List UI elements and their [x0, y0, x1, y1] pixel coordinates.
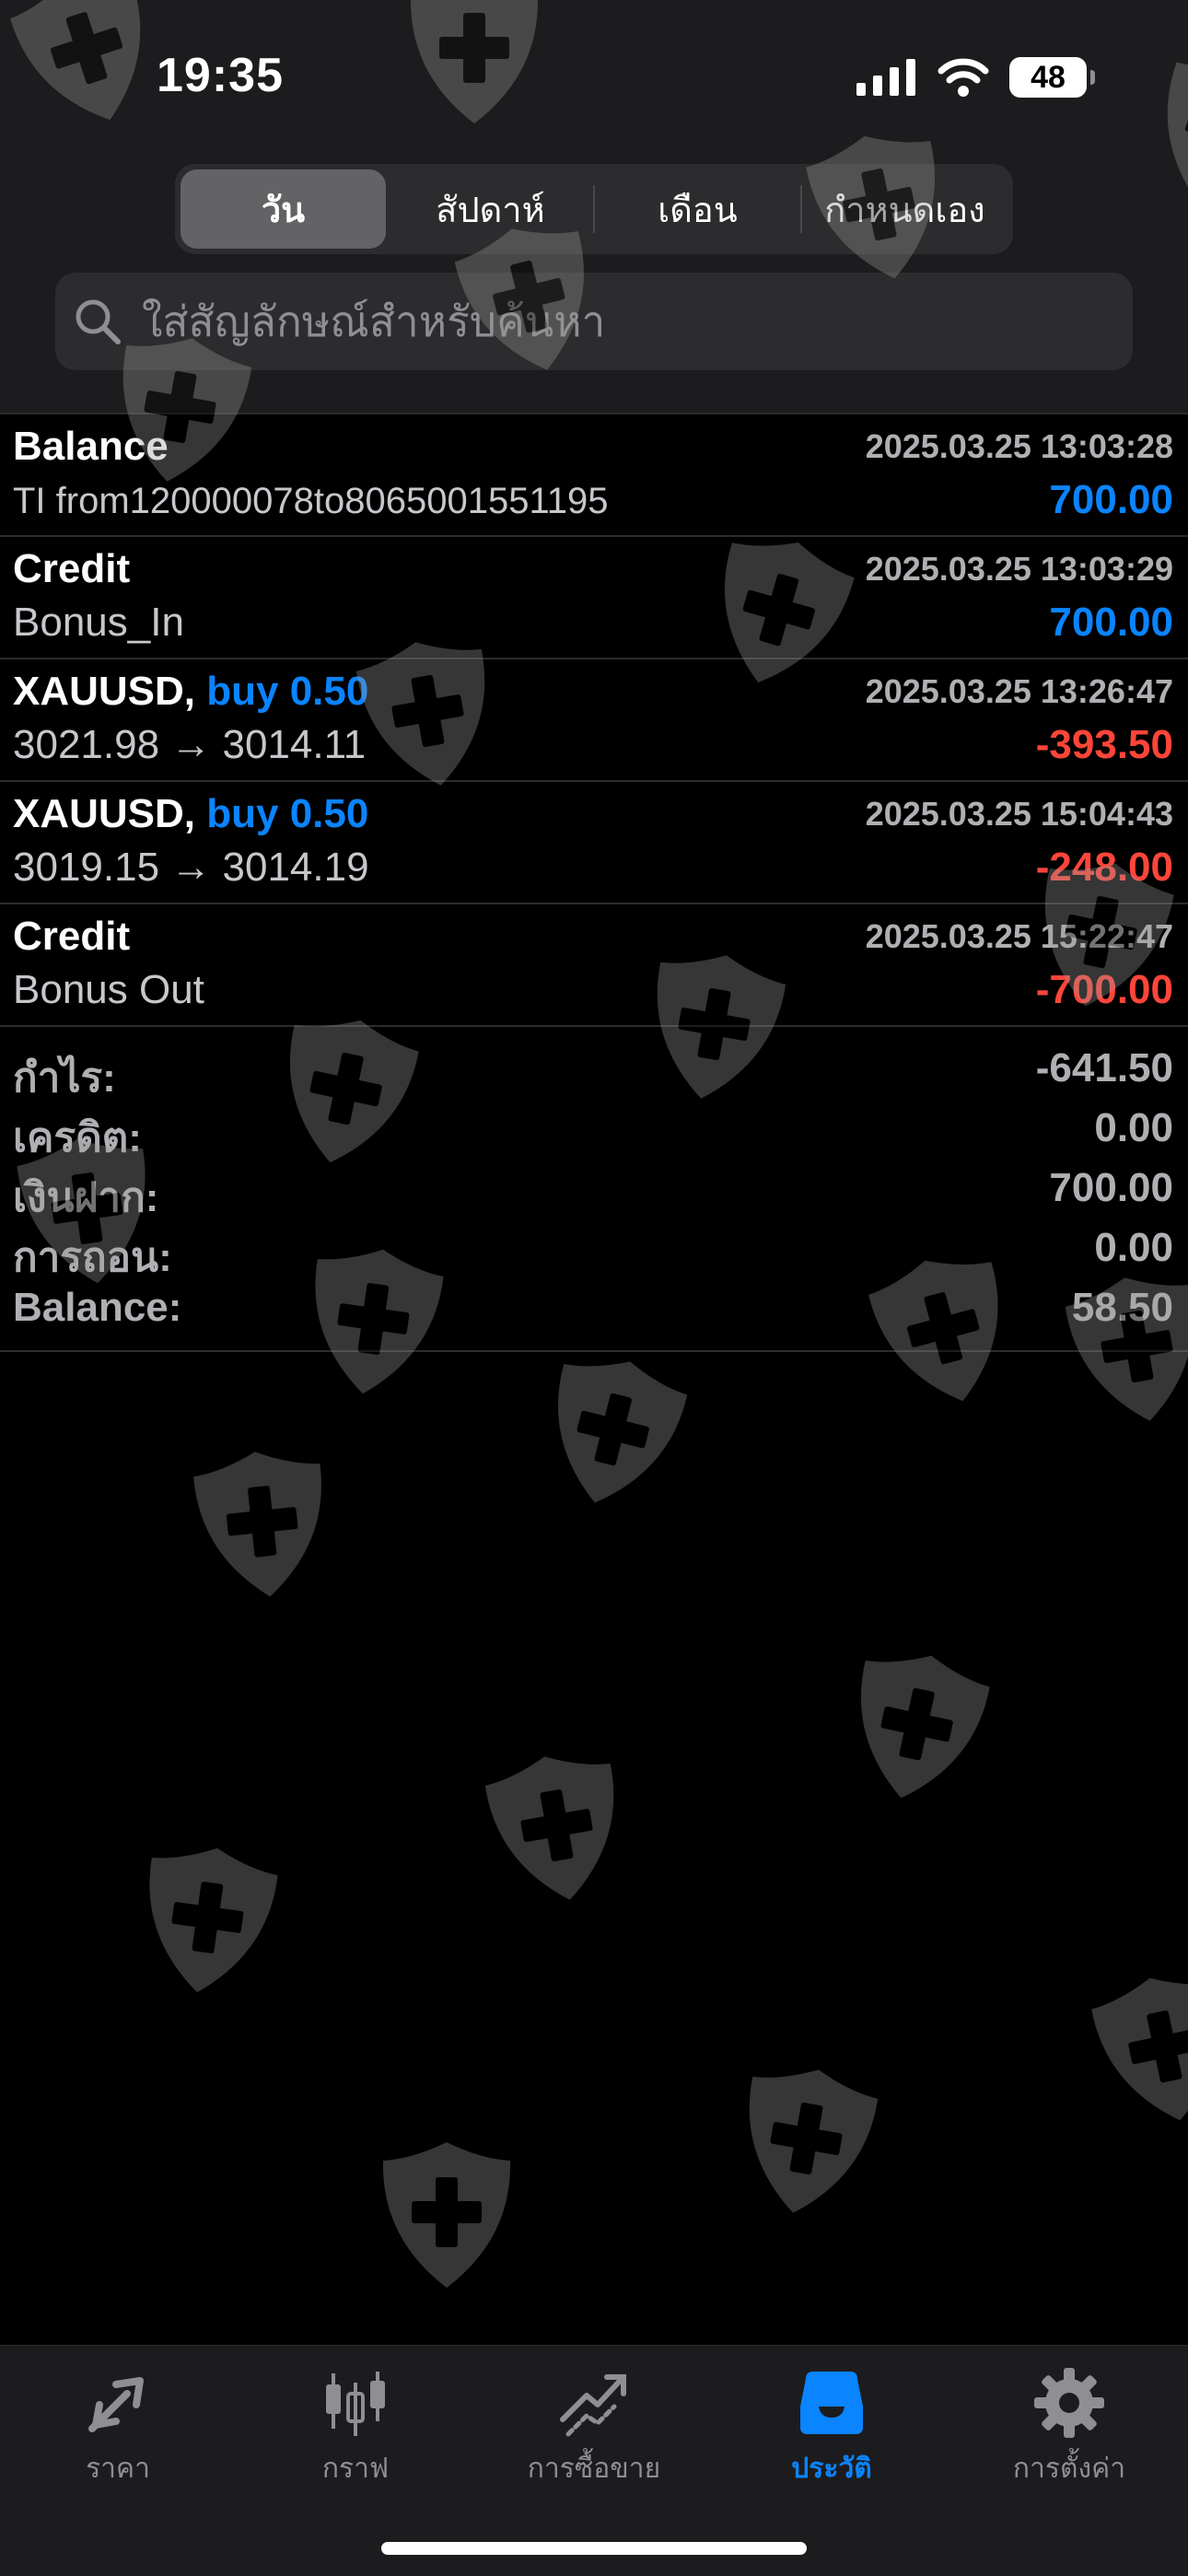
row-date: 2025.03.25 15:22:47: [865, 917, 1173, 955]
row-date: 2025.03.25 13:26:47: [865, 672, 1173, 710]
row-amount: 700.00: [1049, 600, 1173, 645]
summary-section: กำไร: -641.50 เครดิต: 0.00 เงินฝาก: 700.…: [0, 1027, 1188, 1352]
summary-value: -641.50: [1035, 1045, 1173, 1090]
history-inbox-icon: [800, 2372, 863, 2434]
row-comment: Bonus_In: [13, 600, 184, 645]
row-side: buy 0.50: [206, 669, 369, 714]
tab-label: การซื้อขาย: [527, 2454, 661, 2484]
row-amount: -393.50: [1035, 722, 1173, 767]
tab-label: กราฟ: [321, 2454, 390, 2484]
row-amount: 700.00: [1049, 477, 1173, 522]
row-amount: -248.00: [1035, 845, 1173, 890]
tab-quotes[interactable]: ราคา: [17, 2364, 219, 2502]
battery-level: 48: [1031, 59, 1066, 95]
tab-custom[interactable]: กำหนดเอง: [802, 169, 1007, 249]
history-row-credit-in[interactable]: Credit 2025.03.25 13:03:29 Bonus_In 700.…: [0, 537, 1188, 659]
row-date: 2025.03.25 13:03:29: [865, 550, 1173, 588]
shield-cross-icon: [149, 1847, 278, 1993]
tab-trade[interactable]: การซื้อขาย: [493, 2364, 695, 2502]
history-row-credit-out[interactable]: Credit 2025.03.25 15:22:47 Bonus Out -70…: [0, 904, 1188, 1027]
quotes-arrows-icon: [88, 2377, 144, 2432]
status-icons: 48: [856, 57, 1095, 98]
shield-cross-icon: [1091, 1977, 1188, 2121]
row-title: Credit: [13, 914, 130, 960]
home-indicator: [381, 2542, 807, 2555]
summary-value: 58.50: [1071, 1285, 1173, 1330]
tab-label: ประวัติ: [791, 2454, 872, 2484]
row-date: 2025.03.25 15:04:43: [865, 795, 1173, 833]
status-bar: 19:35 48: [0, 0, 1188, 157]
tab-chart[interactable]: กราฟ: [254, 2364, 457, 2502]
summary-balance: Balance: 58.50: [0, 1277, 1188, 1337]
shield-cross-icon: [193, 1451, 321, 1597]
tab-history[interactable]: ประวัติ: [730, 2364, 933, 2502]
row-side: buy 0.50: [206, 791, 369, 836]
signal-icon: [856, 59, 915, 96]
summary-value: 0.00: [1094, 1225, 1173, 1270]
row-title: Balance: [13, 424, 169, 470]
summary-withdrawal: การถอน: 0.00: [0, 1218, 1188, 1280]
wifi-icon: [938, 58, 989, 97]
summary-profit: กำไร: -641.50: [0, 1038, 1188, 1101]
candlestick-chart-icon: [326, 2372, 385, 2436]
row-prices: 3021.98 → 3014.11: [13, 722, 367, 767]
tab-label: ราคา: [86, 2454, 150, 2484]
battery-cap: [1090, 70, 1095, 85]
search-bar[interactable]: [55, 273, 1133, 370]
row-symbol: Credit: [13, 914, 131, 959]
row-symbol: XAUUSD,: [13, 669, 196, 714]
search-input[interactable]: [140, 296, 1101, 347]
status-time: 19:35: [157, 49, 284, 102]
search-icon: [76, 299, 121, 344]
row-title: Credit: [13, 546, 130, 592]
history-row-trade-2[interactable]: XAUUSD, buy 0.50 2025.03.25 15:04:43 301…: [0, 782, 1188, 904]
tab-label: การตั้งค่า: [1012, 2454, 1126, 2484]
shield-cross-icon: [749, 2069, 879, 2213]
tab-day[interactable]: วัน: [181, 169, 386, 249]
summary-value: 0.00: [1094, 1105, 1173, 1150]
history-row-balance[interactable]: Balance 2025.03.25 13:03:28 TI from12000…: [0, 414, 1188, 537]
row-title: XAUUSD, buy 0.50: [13, 669, 368, 715]
row-symbol: Credit: [13, 546, 131, 591]
gear-icon: [1034, 2368, 1104, 2438]
row-title: XAUUSD, buy 0.50: [13, 791, 368, 837]
row-date: 2025.03.25 13:03:28: [865, 427, 1173, 465]
summary-deposit: เงินฝาก: 700.00: [0, 1158, 1188, 1220]
tab-settings[interactable]: การตั้งค่า: [968, 2364, 1171, 2502]
row-comment: Bonus Out: [13, 967, 204, 1012]
row-comment: TI from120000078to8065001551195: [13, 481, 609, 521]
period-segmented-control: วัน สัปดาห์ เดือน กำหนดเอง: [175, 164, 1013, 254]
tab-week[interactable]: สัปดาห์: [388, 169, 593, 249]
summary-value: 700.00: [1049, 1165, 1173, 1210]
history-row-trade-1[interactable]: XAUUSD, buy 0.50 2025.03.25 13:26:47 302…: [0, 659, 1188, 782]
shield-cross-icon: [484, 1756, 614, 1900]
row-amount: -700.00: [1035, 967, 1173, 1012]
shield-cross-icon: [860, 1655, 990, 1799]
trade-chart-icon: [560, 2374, 626, 2437]
shield-cross-icon: [382, 2142, 511, 2288]
header-area: 19:35 48 วัน สัปดาห์ เดือน กำหนดเอง ใส่ส…: [0, 0, 1188, 413]
tab-month[interactable]: เดือน: [595, 169, 800, 249]
shield-cross-icon: [558, 1361, 688, 1503]
history-list: Balance 2025.03.25 13:03:28 TI from12000…: [0, 413, 1188, 1352]
summary-credit: เครดิต: 0.00: [0, 1098, 1188, 1160]
row-symbol: XAUUSD,: [13, 791, 196, 836]
row-symbol: Balance: [13, 424, 169, 469]
summary-label: Balance:: [13, 1285, 182, 1330]
tab-bar: ราคา กราฟ การซื้อขาย ประวัติ การตั้งค่า: [0, 2345, 1188, 2576]
battery-icon: 48: [1009, 57, 1095, 98]
row-prices: 3019.15 → 3014.19: [13, 845, 369, 890]
